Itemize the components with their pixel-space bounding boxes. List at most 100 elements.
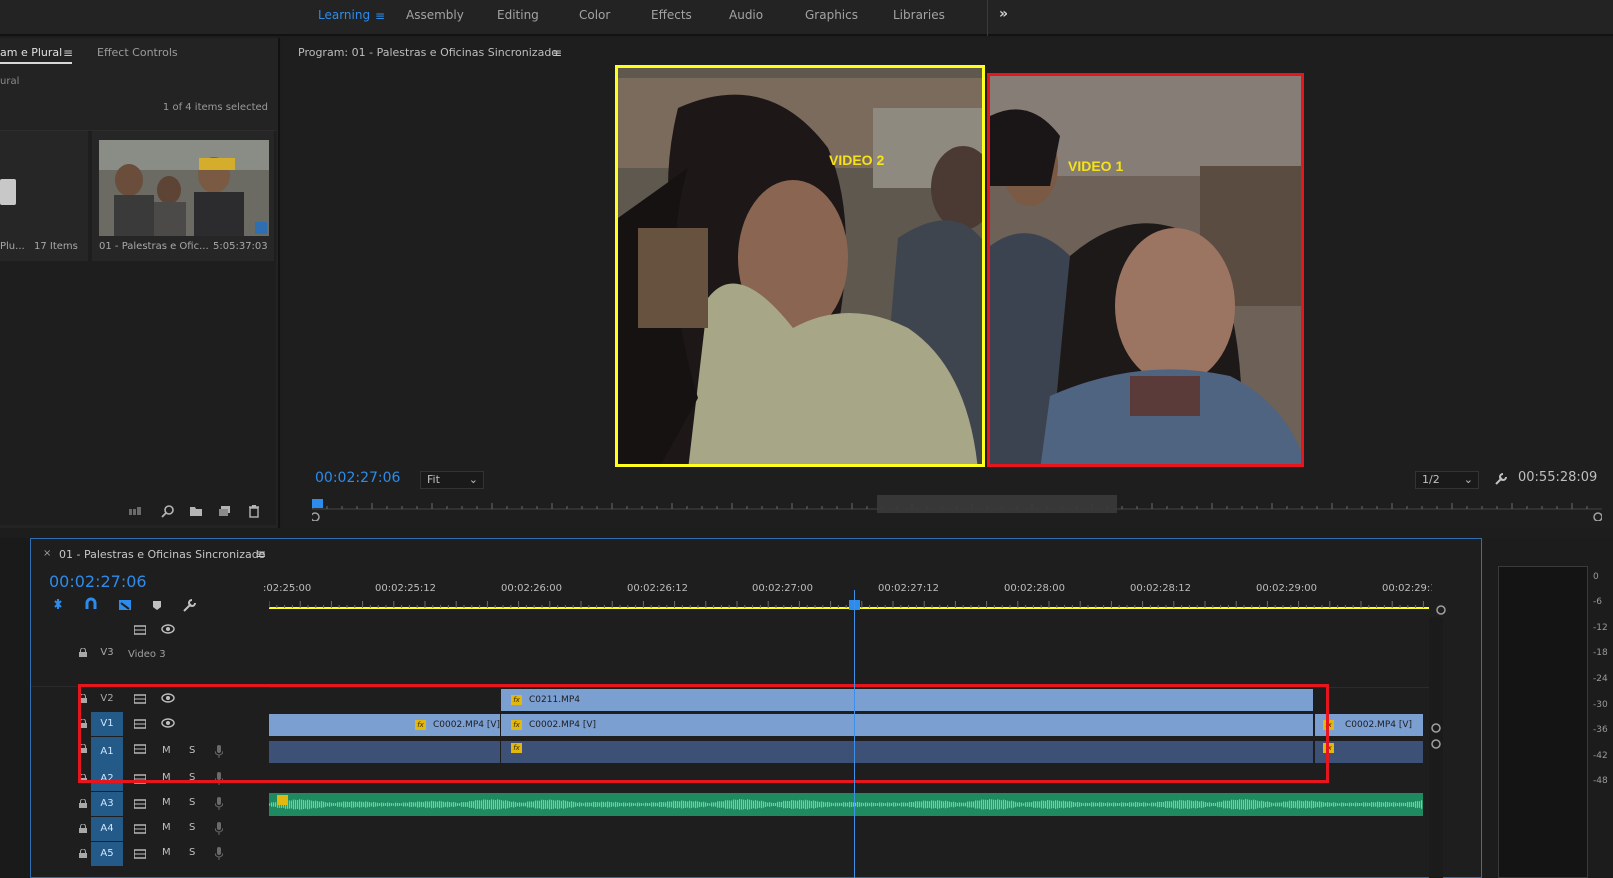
sync-lock-icon[interactable] (134, 799, 146, 809)
tab-effects[interactable]: Effects (651, 8, 692, 22)
zoom-select[interactable]: Fit ⌄ (420, 471, 484, 489)
waveform-bar (1279, 802, 1281, 807)
timeline-playhead[interactable] (854, 590, 855, 878)
sequence-title[interactable]: 01 - Palestras e Oficinas Sincronizado (59, 548, 265, 561)
track-name-a4[interactable]: A4 (91, 817, 123, 841)
out-handle[interactable] (1593, 512, 1602, 521)
program-playhead[interactable] (312, 499, 323, 508)
waveform-bar (859, 802, 861, 807)
track-header-a3[interactable]: A3 M S (31, 792, 269, 816)
microphone-icon[interactable] (215, 822, 223, 835)
waveform-bar (1391, 802, 1393, 807)
more-workspaces-icon[interactable]: » (999, 6, 1008, 22)
mute-button[interactable]: M (162, 822, 171, 833)
lock-icon[interactable] (79, 824, 87, 833)
waveform-bar (969, 801, 971, 808)
track-header-v3[interactable]: V3 Video 3 (31, 617, 269, 687)
waveform-bar (425, 801, 427, 808)
sync-lock-icon[interactable] (134, 824, 146, 834)
add-marker-icon[interactable] (153, 601, 161, 610)
waveform-bar (465, 802, 467, 807)
program-current-timecode[interactable]: 00:02:27:06 (315, 470, 400, 486)
waveform-bar (935, 800, 937, 809)
new-bin-icon[interactable] (189, 504, 203, 518)
audio-clip-a3[interactable] (269, 793, 1423, 816)
waveform-bar (1087, 802, 1089, 807)
close-icon[interactable]: × (43, 548, 51, 559)
scroll-handle-bottom[interactable] (1430, 738, 1442, 750)
bin-item[interactable]: Plu... 17 Items (0, 131, 88, 261)
waveform-bar (1021, 802, 1023, 807)
track-name-a3[interactable]: A3 (91, 792, 123, 816)
program-menu-icon[interactable]: ≡ (552, 46, 562, 60)
resolution-select[interactable]: 1/2 ⌄ (1415, 471, 1479, 489)
automate-sequence-icon[interactable] (128, 504, 142, 518)
nest-icon[interactable] (54, 599, 62, 609)
waveform-bar (703, 801, 705, 808)
waveform-bar (1041, 800, 1043, 809)
waveform-bar (423, 802, 425, 807)
track-header-a4[interactable]: A4 M S (31, 817, 269, 841)
waveform-bar (1247, 799, 1249, 810)
work-area-bar[interactable] (877, 495, 1117, 513)
bin-name: Plu... (0, 241, 25, 252)
project-menu-icon[interactable]: ≡ (63, 46, 73, 60)
lock-icon[interactable] (79, 799, 87, 808)
lock-icon[interactable] (79, 849, 87, 858)
trash-icon[interactable] (247, 504, 261, 518)
timeline-settings-icon[interactable] (183, 599, 196, 612)
tab-libraries[interactable]: Libraries (893, 8, 945, 22)
waveform-bar (1259, 801, 1261, 808)
program-scrub-bar[interactable] (312, 495, 1602, 521)
zoom-handle[interactable] (1436, 605, 1446, 615)
workspace-menu-icon[interactable]: ≡ (375, 9, 385, 23)
tab-audio[interactable]: Audio (729, 8, 763, 22)
search-icon[interactable] (161, 504, 175, 518)
tab-learning[interactable]: Learning (318, 8, 370, 22)
clip-v1[interactable]: fx C0002.MP4 [V] (1315, 714, 1423, 736)
tab-effect-controls[interactable]: Effect Controls (97, 46, 178, 59)
mute-button[interactable]: M (162, 847, 171, 858)
mute-button[interactable]: M (162, 797, 171, 808)
waveform-bar (553, 800, 555, 809)
lock-icon[interactable] (79, 648, 87, 657)
new-item-icon[interactable] (218, 504, 232, 518)
tab-project[interactable]: am e Plural (0, 46, 62, 59)
microphone-icon[interactable] (215, 847, 223, 860)
sequence-menu-icon[interactable]: ≡ (256, 547, 266, 561)
sync-lock-icon[interactable] (134, 849, 146, 859)
waveform-bar (399, 803, 401, 806)
audio-clip-a1[interactable]: fx (1315, 741, 1423, 763)
solo-button[interactable]: S (189, 797, 195, 808)
solo-button[interactable]: S (189, 847, 195, 858)
waveform-bar (847, 802, 849, 807)
snap-icon[interactable] (85, 597, 97, 609)
tab-color[interactable]: Color (579, 8, 610, 22)
sync-lock-icon[interactable] (134, 625, 146, 635)
solo-button[interactable]: S (189, 822, 195, 833)
waveform-bar (685, 801, 687, 808)
waveform-bar (1065, 801, 1067, 808)
tab-assembly[interactable]: Assembly (406, 8, 464, 22)
waveform-bar (1067, 801, 1069, 808)
track-name-a5[interactable]: A5 (91, 842, 123, 866)
waveform-bar (1401, 802, 1403, 807)
vertical-scrollbar[interactable] (1429, 617, 1443, 878)
microphone-icon[interactable] (215, 797, 223, 810)
track-header-a5[interactable]: A5 M S (31, 842, 269, 866)
ruler-time: 00:02:29:1: (1382, 583, 1432, 594)
tab-editing[interactable]: Editing (497, 8, 539, 22)
eye-icon[interactable] (161, 624, 175, 634)
video-2-label: VIDEO 2 (829, 152, 885, 168)
waveform-bar (581, 802, 583, 807)
waveform-bar (415, 802, 417, 807)
track-name-v3[interactable]: V3 (91, 641, 123, 665)
waveform-bar (587, 802, 589, 807)
timeline-timecode[interactable]: 00:02:27:06 (49, 572, 147, 591)
tab-graphics[interactable]: Graphics (805, 8, 858, 22)
in-handle[interactable] (312, 512, 320, 521)
scroll-handle-top[interactable] (1430, 722, 1442, 734)
waveform-bar (1307, 800, 1309, 809)
wrench-icon[interactable] (1494, 472, 1508, 486)
linked-selection-icon[interactable] (119, 600, 131, 610)
